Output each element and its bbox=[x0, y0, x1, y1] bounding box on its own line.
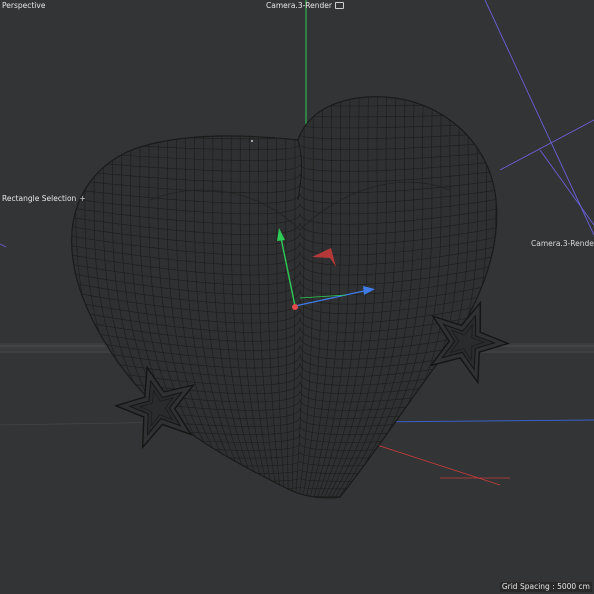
camera-label-right-text: Camera.3-Render bbox=[531, 239, 594, 248]
vertex-dot bbox=[251, 140, 253, 142]
camera-name-text: Camera.3-Render bbox=[266, 1, 332, 10]
scene-canvas[interactable] bbox=[0, 0, 594, 594]
gizmo-center[interactable] bbox=[292, 304, 298, 310]
active-tool-label[interactable]: Rectangle Selection + bbox=[2, 194, 86, 204]
viewport-3d[interactable]: Perspective Camera.3-Render Rectangle Se… bbox=[0, 0, 594, 594]
plus-icon[interactable]: + bbox=[79, 194, 85, 203]
heart-mesh[interactable] bbox=[60, 90, 510, 505]
camera-name-label[interactable]: Camera.3-Render bbox=[266, 1, 344, 11]
camera-icon[interactable] bbox=[335, 1, 344, 9]
camera-label-right: Camera.3-Render bbox=[531, 239, 594, 249]
view-name-label[interactable]: Perspective bbox=[2, 1, 45, 11]
grid-spacing-label: Grid Spacing : 5000 cm bbox=[499, 582, 592, 592]
active-tool-text: Rectangle Selection bbox=[2, 194, 77, 203]
